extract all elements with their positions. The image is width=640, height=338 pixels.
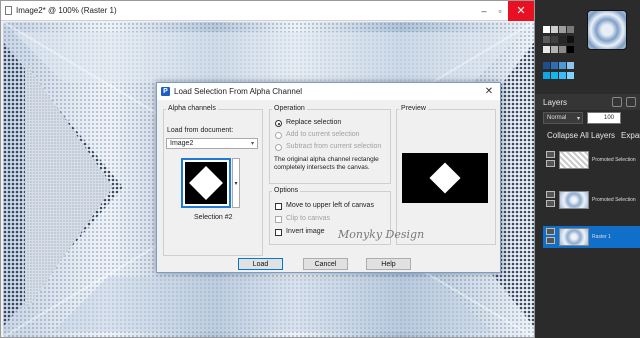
lock-icon[interactable] bbox=[546, 237, 555, 244]
blend-mode-select[interactable]: Normal ▾ bbox=[543, 112, 583, 124]
panel-menu-icon[interactable] bbox=[626, 97, 636, 107]
document-select[interactable]: Image2 ▾ bbox=[166, 138, 258, 149]
right-panel: Layers Normal ▾ 100 Collapse All Layers … bbox=[535, 0, 640, 338]
close-button[interactable]: ✕ bbox=[508, 0, 534, 21]
chevron-down-icon: ▾ bbox=[250, 141, 254, 147]
minimize-button[interactable]: – bbox=[476, 1, 492, 21]
swatch[interactable] bbox=[567, 26, 574, 33]
foreground-material-swatch[interactable] bbox=[587, 10, 627, 50]
swatch[interactable] bbox=[543, 46, 550, 53]
diamond-shape bbox=[189, 166, 223, 200]
subtract-selection-label[interactable]: Subtract from current selection bbox=[286, 143, 381, 150]
alpha-channel-thumbnail[interactable] bbox=[181, 158, 231, 208]
clip-to-canvas-checkbox[interactable] bbox=[275, 216, 282, 223]
swatch[interactable] bbox=[543, 62, 550, 69]
restore-button[interactable]: ▫ bbox=[492, 1, 508, 21]
visibility-icon[interactable] bbox=[546, 151, 555, 158]
watermark-signature: Monyky Design bbox=[338, 228, 425, 241]
thumbnail-dropdown-button[interactable]: ▾ bbox=[232, 158, 240, 208]
selection-preview bbox=[402, 153, 488, 203]
swatch[interactable] bbox=[551, 72, 558, 79]
layers-title: Layers bbox=[543, 97, 568, 107]
visibility-icon[interactable] bbox=[546, 228, 555, 235]
swatch[interactable] bbox=[551, 62, 558, 69]
move-upper-left-checkbox[interactable] bbox=[275, 203, 282, 210]
dialog-close-button[interactable]: ✕ bbox=[478, 83, 500, 100]
swatch[interactable] bbox=[551, 26, 558, 33]
operation-description: The original alpha channel rectangle com… bbox=[274, 156, 379, 171]
layer-name: Promoted Selection bbox=[592, 157, 636, 163]
document-title: Image2* @ 100% (Raster 1) bbox=[16, 6, 117, 15]
lock-icon[interactable] bbox=[546, 200, 555, 207]
replace-selection-label[interactable]: Replace selection bbox=[286, 119, 341, 126]
swatch[interactable] bbox=[543, 72, 550, 79]
collapse-row: Collapse All Layers Expand A bbox=[547, 131, 640, 140]
swatch[interactable] bbox=[567, 36, 574, 43]
layer-row[interactable]: Promoted Selection bbox=[543, 149, 640, 171]
swatch[interactable] bbox=[567, 72, 574, 79]
lock-icon[interactable] bbox=[546, 160, 555, 167]
swatch[interactable] bbox=[567, 46, 574, 53]
layer-name: Promoted Selection bbox=[592, 197, 636, 203]
swatch[interactable] bbox=[567, 62, 574, 69]
operation-label: Operation bbox=[272, 105, 307, 112]
swatch[interactable] bbox=[551, 46, 558, 53]
expand-all-layers-button[interactable]: Expand A bbox=[621, 131, 640, 140]
layer-thumbnail bbox=[559, 228, 589, 246]
opacity-field[interactable]: 100 bbox=[587, 112, 621, 124]
layer-row[interactable]: Promoted Selection bbox=[543, 189, 640, 211]
swatch[interactable] bbox=[559, 46, 566, 53]
materials-palette[interactable] bbox=[543, 6, 639, 94]
visibility-icon[interactable] bbox=[546, 191, 555, 198]
swatch[interactable] bbox=[543, 36, 550, 43]
cancel-button[interactable]: Cancel bbox=[303, 258, 348, 270]
invert-image-checkbox[interactable] bbox=[275, 229, 282, 236]
preview-label: Preview bbox=[399, 105, 428, 112]
swatch[interactable] bbox=[559, 26, 566, 33]
swatch[interactable] bbox=[559, 62, 566, 69]
app-icon: P bbox=[161, 87, 170, 96]
blend-mode-value: Normal bbox=[547, 115, 567, 121]
swatch[interactable] bbox=[559, 36, 566, 43]
add-selection-label[interactable]: Add to current selection bbox=[286, 131, 360, 138]
dialog-titlebar[interactable]: P Load Selection From Alpha Channel ✕ bbox=[157, 83, 500, 100]
document-select-value: Image2 bbox=[170, 140, 194, 147]
document-icon bbox=[5, 6, 12, 15]
layer-thumbnail bbox=[559, 151, 589, 169]
left-grain-triangle bbox=[25, 62, 113, 312]
load-selection-dialog: P Load Selection From Alpha Channel ✕ Al… bbox=[156, 82, 501, 273]
swatch[interactable] bbox=[543, 26, 550, 33]
swatch[interactable] bbox=[551, 36, 558, 43]
pin-icon[interactable] bbox=[612, 97, 622, 107]
preview-diamond-shape bbox=[429, 162, 461, 194]
blend-row: Normal ▾ 100 bbox=[543, 112, 621, 124]
load-from-label: Load from document: bbox=[167, 127, 234, 134]
document-titlebar[interactable]: Image2* @ 100% (Raster 1) – ▫ ✕ bbox=[1, 0, 534, 21]
add-selection-radio[interactable] bbox=[275, 132, 282, 139]
invert-image-label[interactable]: Invert image bbox=[286, 228, 325, 235]
layer-thumbnail bbox=[559, 191, 589, 209]
alpha-channels-label: Alpha channels bbox=[166, 105, 218, 112]
chevron-down-icon: ▾ bbox=[576, 115, 580, 122]
move-upper-left-label[interactable]: Move to upper left of canvas bbox=[286, 202, 374, 209]
help-button[interactable]: Help bbox=[366, 258, 411, 270]
collapse-all-layers-button[interactable]: Collapse All Layers bbox=[547, 131, 615, 140]
swatch[interactable] bbox=[559, 72, 566, 79]
options-label: Options bbox=[272, 187, 301, 194]
layer-row-selected[interactable]: Raster 1 bbox=[543, 226, 640, 248]
replace-selection-radio[interactable] bbox=[275, 120, 282, 127]
clip-to-canvas-label[interactable]: Clip to canvas bbox=[286, 215, 330, 222]
selection-name: Selection #2 bbox=[194, 214, 233, 221]
layer-name: Raster 1 bbox=[592, 234, 611, 240]
load-button[interactable]: Load bbox=[238, 258, 283, 270]
dialog-title: Load Selection From Alpha Channel bbox=[174, 87, 303, 96]
layers-panel-header: Layers bbox=[535, 94, 640, 110]
subtract-selection-radio[interactable] bbox=[275, 144, 282, 151]
